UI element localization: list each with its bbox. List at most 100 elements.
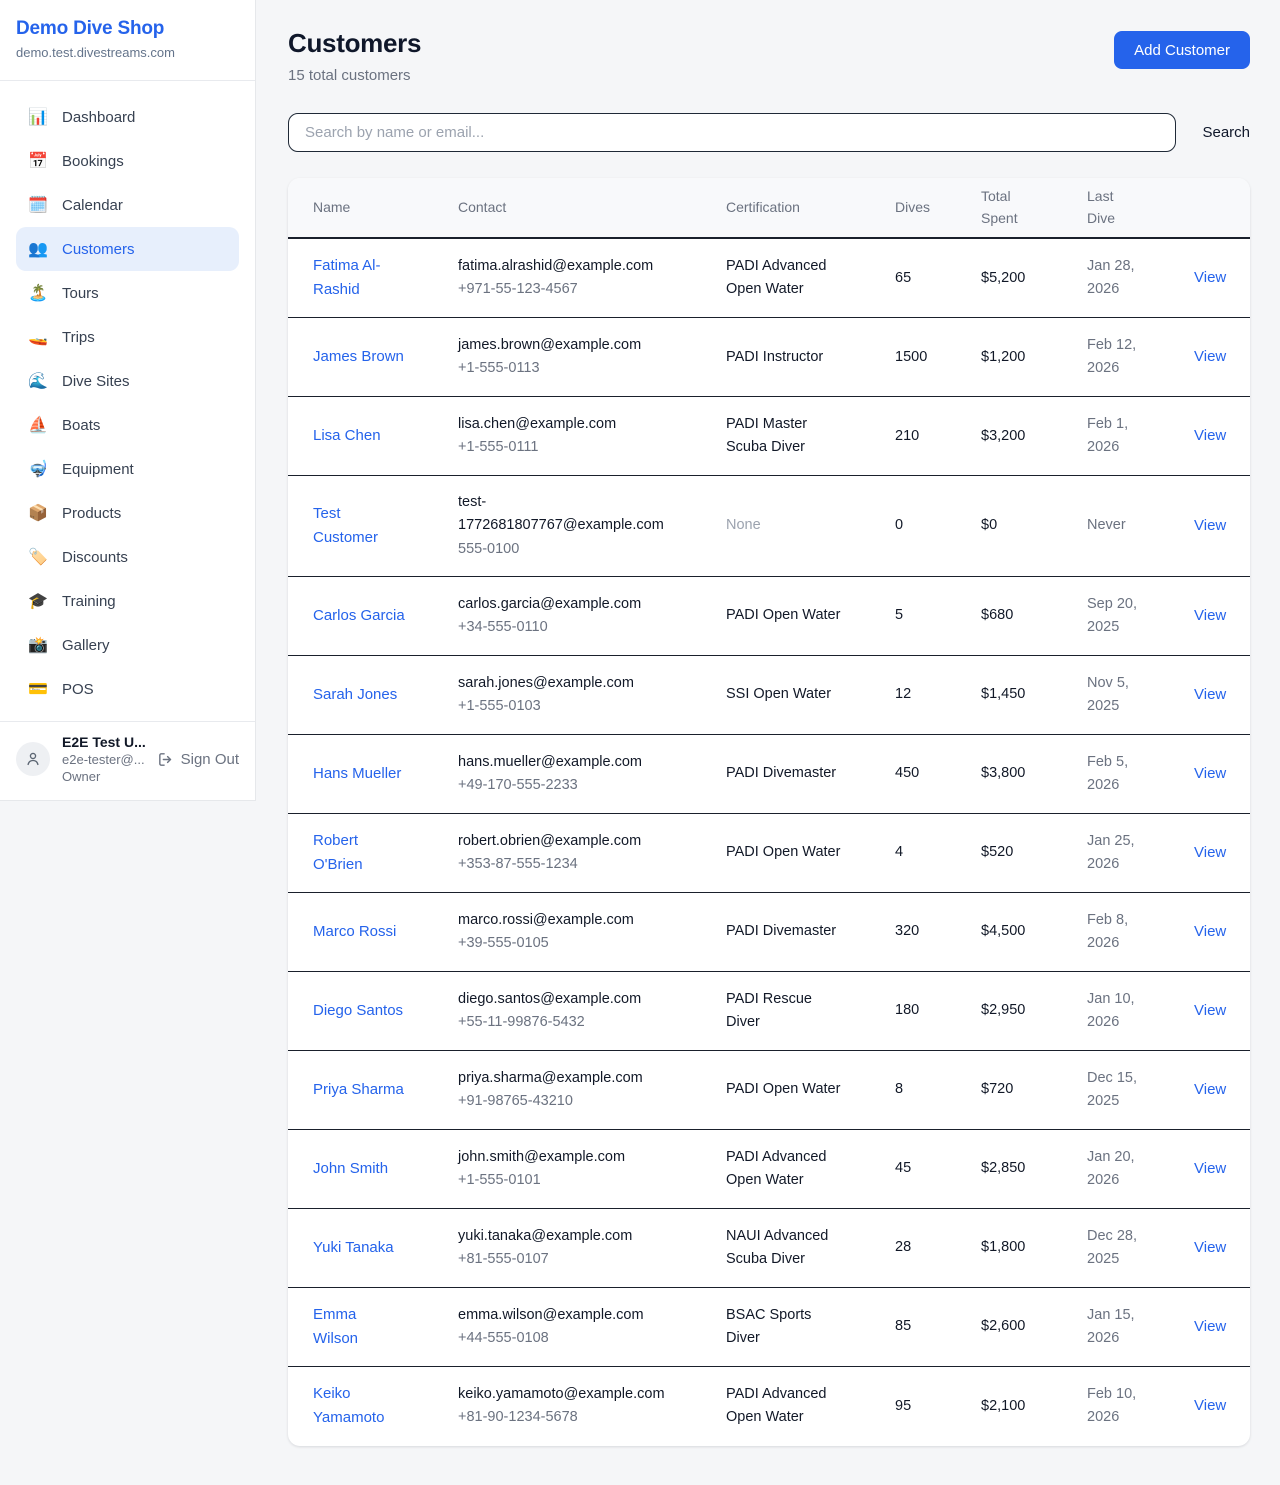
view-link[interactable]: View	[1194, 1002, 1226, 1019]
customer-total-spent: $1,200	[981, 318, 1087, 397]
customer-name-link[interactable]: Yuki Tanaka	[313, 1239, 394, 1256]
view-link[interactable]: View	[1194, 765, 1226, 782]
dashboard-icon: 📊	[28, 107, 48, 127]
sidebar-item-label: Dashboard	[62, 109, 135, 126]
customer-phone: +34-555-0110	[458, 616, 670, 639]
customer-total-spent: $2,600	[981, 1287, 1087, 1366]
customer-dives: 210	[895, 397, 981, 476]
sign-out-button[interactable]: Sign Out	[157, 751, 239, 768]
customer-name-link[interactable]: Hans Mueller	[313, 765, 401, 782]
view-link[interactable]: View	[1194, 844, 1226, 861]
sidebar-item-products[interactable]: 📦 Products	[16, 491, 239, 535]
customer-name-link[interactable]: Carlos Garcia	[313, 607, 405, 624]
customer-email: carlos.garcia@example.com	[458, 593, 670, 616]
view-link[interactable]: View	[1194, 1160, 1226, 1177]
customer-certification: PADI Advanced Open Water	[726, 255, 844, 301]
customer-name-link[interactable]: Sarah Jones	[313, 686, 397, 703]
sidebar-item-tours[interactable]: 🏝️ Tours	[16, 271, 239, 315]
customer-certification: PADI Divemaster	[726, 920, 836, 943]
search-button[interactable]: Search	[1176, 124, 1250, 141]
customer-name-link[interactable]: Emma Wilson	[313, 1330, 405, 1347]
column-header-contact: Contact	[458, 178, 726, 238]
customer-certification: PADI Open Water	[726, 604, 840, 627]
search-input[interactable]	[288, 113, 1176, 152]
customer-name-link[interactable]: Test Customer	[313, 529, 405, 546]
sidebar-item-discounts[interactable]: 🏷️ Discounts	[16, 535, 239, 579]
customer-name-link[interactable]: Keiko Yamamoto	[313, 1409, 405, 1426]
sidebar-item-pos[interactable]: 💳 POS	[16, 667, 239, 711]
view-link[interactable]: View	[1194, 269, 1226, 286]
customer-dives: 28	[895, 1208, 981, 1287]
customer-certification: BSAC Sports Diver	[726, 1304, 844, 1350]
customer-email: fatima.alrashid@example.com	[458, 255, 670, 278]
trips-icon: 🚤	[28, 327, 48, 347]
customer-name-link[interactable]: Diego Santos	[313, 1002, 403, 1019]
customer-total-spent: $5,200	[981, 238, 1087, 318]
view-link[interactable]: View	[1194, 427, 1226, 444]
sidebar-item-customers[interactable]: 👥 Customers	[16, 227, 239, 271]
view-link[interactable]: View	[1194, 1397, 1226, 1414]
customer-name-link[interactable]: Fatima Al-Rashid	[313, 281, 405, 298]
view-link[interactable]: View	[1194, 1318, 1226, 1335]
view-link[interactable]: View	[1194, 686, 1226, 703]
sidebar-item-dashboard[interactable]: 📊 Dashboard	[16, 95, 239, 139]
customer-phone: +971-55-123-4567	[458, 278, 670, 301]
sidebar-item-calendar[interactable]: 🗓️ Calendar	[16, 183, 239, 227]
customer-name-link[interactable]: James Brown	[313, 348, 404, 365]
boats-icon: ⛵	[28, 415, 48, 435]
sidebar-item-label: Tours	[62, 285, 99, 302]
table-row: Yuki Tanaka yuki.tanaka@example.com +81-…	[288, 1208, 1250, 1287]
brand-title: Demo Dive Shop	[16, 18, 239, 40]
customer-name-link[interactable]: Lisa Chen	[313, 427, 381, 444]
view-link[interactable]: View	[1194, 1081, 1226, 1098]
customer-dives: 0	[895, 476, 981, 577]
sidebar-item-gallery[interactable]: 📸 Gallery	[16, 623, 239, 667]
customer-email: emma.wilson@example.com	[458, 1304, 670, 1327]
customer-email: robert.obrien@example.com	[458, 830, 670, 853]
column-header-dives: Dives	[895, 178, 981, 238]
sidebar-item-boats[interactable]: ⛵ Boats	[16, 403, 239, 447]
sidebar-item-bookings[interactable]: 📅 Bookings	[16, 139, 239, 183]
view-link[interactable]: View	[1194, 517, 1226, 534]
tours-icon: 🏝️	[28, 283, 48, 303]
user-info: E2E Test U... e2e-tester@... Owner	[62, 734, 145, 784]
page-title-block: Customers 15 total customers	[288, 28, 421, 84]
customer-total-spent: $1,800	[981, 1208, 1087, 1287]
customer-email: james.brown@example.com	[458, 334, 670, 357]
customer-name-link[interactable]: Marco Rossi	[313, 923, 396, 940]
view-link[interactable]: View	[1194, 348, 1226, 365]
view-link[interactable]: View	[1194, 1239, 1226, 1256]
sidebar-item-training[interactable]: 🎓 Training	[16, 579, 239, 623]
customer-dives: 450	[895, 734, 981, 813]
view-link[interactable]: View	[1194, 923, 1226, 940]
table-row: Hans Mueller hans.mueller@example.com +4…	[288, 734, 1250, 813]
customer-certification: PADI Master Scuba Diver	[726, 413, 844, 459]
customer-name-link[interactable]: Priya Sharma	[313, 1081, 404, 1098]
sidebar-item-equipment[interactable]: 🤿 Equipment	[16, 447, 239, 491]
table-row: Test Customer test-1772681807767@example…	[288, 476, 1250, 577]
sidebar-item-trips[interactable]: 🚤 Trips	[16, 315, 239, 359]
page-title: Customers	[288, 28, 421, 59]
customer-total-spent: $4,500	[981, 892, 1087, 971]
sidebar-item-dive-sites[interactable]: 🌊 Dive Sites	[16, 359, 239, 403]
view-link[interactable]: View	[1194, 607, 1226, 624]
customer-name-link[interactable]: John Smith	[313, 1160, 388, 1177]
customer-dives: 180	[895, 971, 981, 1050]
customer-dives: 95	[895, 1367, 981, 1446]
table-header-row: NameContactCertificationDivesTotal Spent…	[288, 178, 1250, 238]
customer-certification: PADI Open Water	[726, 1078, 840, 1101]
customer-certification: PADI Advanced Open Water	[726, 1383, 844, 1429]
customer-phone: +1-555-0113	[458, 357, 670, 380]
customer-email: keiko.yamamoto@example.com	[458, 1383, 670, 1406]
customer-certification: PADI Advanced Open Water	[726, 1146, 844, 1192]
customer-total-spent: $2,950	[981, 971, 1087, 1050]
table-row: James Brown james.brown@example.com +1-5…	[288, 318, 1250, 397]
customer-dives: 4	[895, 813, 981, 892]
training-icon: 🎓	[28, 591, 48, 611]
customer-name-link[interactable]: Robert O'Brien	[313, 856, 405, 873]
column-header-total-spent: Total Spent	[981, 178, 1087, 238]
customer-phone: +1-555-0111	[458, 436, 670, 459]
sign-out-label: Sign Out	[181, 751, 239, 768]
column-header-name: Name	[288, 178, 458, 238]
add-customer-button[interactable]: Add Customer	[1114, 31, 1250, 69]
